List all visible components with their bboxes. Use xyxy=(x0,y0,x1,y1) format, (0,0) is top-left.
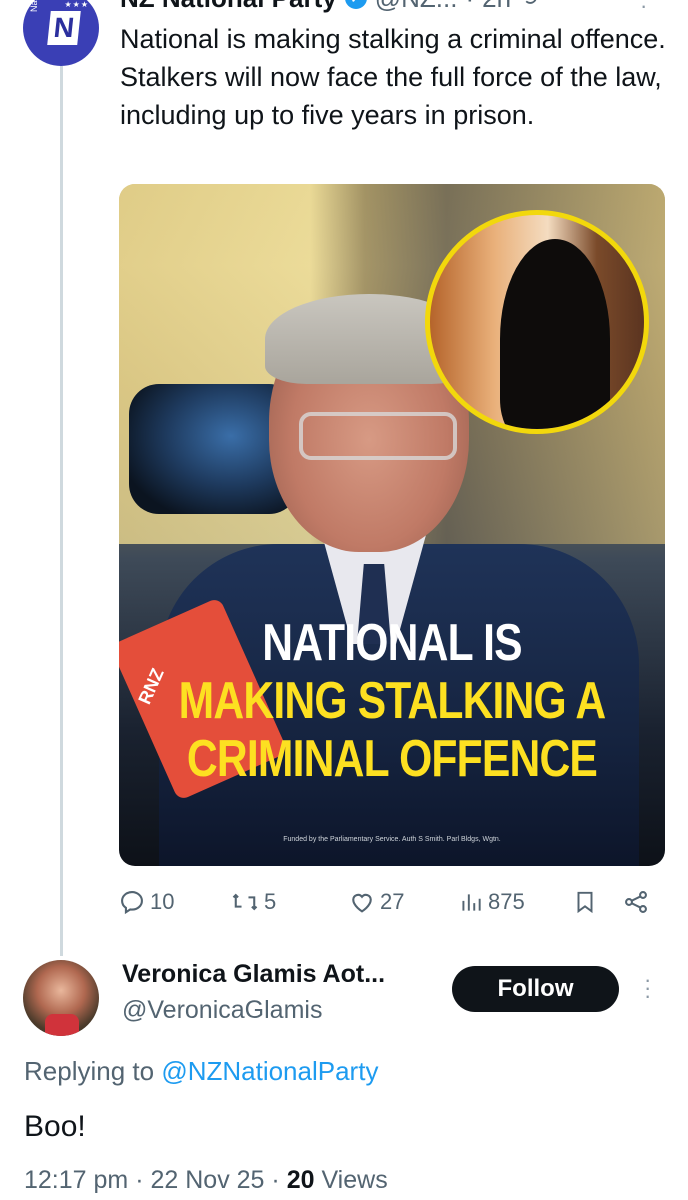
reply-time[interactable]: 12:17 pm xyxy=(24,1166,128,1194)
man-glasses xyxy=(299,412,457,460)
share-icon xyxy=(625,891,647,913)
reply-views-count: 20 xyxy=(286,1166,315,1194)
meta-separator: · xyxy=(135,1166,151,1194)
grok-icon[interactable]: ⟲ xyxy=(519,0,537,11)
avatar-clothing xyxy=(45,1014,79,1036)
headline-line2: MAKING STALKING A xyxy=(178,672,606,730)
verified-badge-icon[interactable]: ✓ xyxy=(344,0,367,9)
thread-line xyxy=(60,66,63,956)
avatar-side-text: National xyxy=(29,0,39,12)
replying-to: Replying to @NZNationalParty xyxy=(24,1056,378,1087)
repost-action[interactable]: 5 xyxy=(230,888,276,916)
views-chart-icon xyxy=(462,894,481,911)
views-action[interactable]: 875 xyxy=(458,888,525,916)
reply-action[interactable]: 10 xyxy=(118,888,174,916)
replying-prefix: Replying to xyxy=(24,1056,155,1086)
reply-author-name[interactable]: Veronica Glamis Aot... xyxy=(122,960,385,989)
heart-icon xyxy=(352,893,372,913)
headline-line1: NATIONAL IS xyxy=(262,614,522,672)
reply-icon xyxy=(121,891,143,915)
reply-more-options-icon[interactable]: · · · xyxy=(644,969,651,1007)
reply-author-avatar[interactable] xyxy=(23,960,99,1036)
post-actions: 10 5 27 875 xyxy=(118,882,658,922)
funded-text: Funded by the Parliamentary Service. Aut… xyxy=(283,836,501,843)
headline-line3: CRIMINAL OFFENCE xyxy=(186,730,598,788)
reply-author-handle[interactable]: @VeronicaGlamis xyxy=(122,996,322,1025)
separator-dot: · xyxy=(465,0,474,14)
like-count: 27 xyxy=(380,889,405,914)
post-text: National is making stalking a criminal o… xyxy=(120,24,666,130)
post-author-name[interactable]: NZ National Party xyxy=(120,0,337,14)
reply-meta: 12:17 pm · 22 Nov 25 · 20 Views xyxy=(24,1166,388,1195)
reply-views-label: Views xyxy=(321,1166,388,1194)
repost-icon xyxy=(232,893,258,911)
reply-count: 10 xyxy=(150,889,175,914)
replying-to-mention[interactable]: @NZNationalParty xyxy=(161,1056,378,1086)
like-action[interactable]: 27 xyxy=(348,888,404,916)
share-action[interactable] xyxy=(622,888,650,916)
image-headline: NATIONAL IS MAKING STALKING A CRIMINAL O… xyxy=(119,614,665,788)
reply-text: Boo! xyxy=(24,1110,86,1143)
bookmark-icon xyxy=(577,891,593,914)
more-options-icon[interactable]: ·· xyxy=(640,0,647,17)
party-avatar[interactable]: National N ★★★ xyxy=(23,0,99,66)
inset-image xyxy=(425,210,649,434)
reply-date[interactable]: 22 Nov 25 xyxy=(150,1166,264,1194)
post-time[interactable]: 2h xyxy=(482,0,511,14)
stars-icon: ★★★ xyxy=(64,0,89,9)
post-author-handle[interactable]: @NZ... xyxy=(375,0,458,14)
follow-button[interactable]: Follow xyxy=(452,966,619,1012)
bookmark-action[interactable] xyxy=(572,888,598,916)
repost-count: 5 xyxy=(264,889,277,914)
woman-silhouette xyxy=(500,239,610,429)
views-count: 875 xyxy=(488,889,525,914)
meta-separator: · xyxy=(271,1166,287,1194)
post-image[interactable]: RNZ NATIONAL IS MAKING STALKING A CRIMIN… xyxy=(119,184,665,866)
post-header: NZ National Party ✓ @NZ... · 2h ⟲ xyxy=(120,0,660,18)
avatar-letter: N xyxy=(47,11,81,45)
